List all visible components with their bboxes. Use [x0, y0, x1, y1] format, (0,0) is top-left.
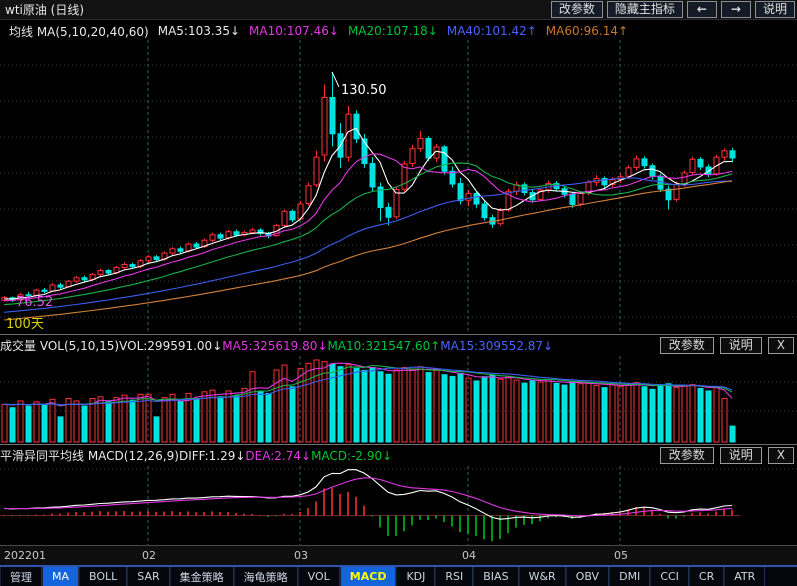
time-axis-label: 202201 [4, 549, 46, 562]
hundred-day-label: 100天 [6, 317, 44, 332]
hide-main-indicator-button[interactable]: 隐藏主指标 [607, 1, 683, 18]
ma-indicator-header: 均线 MA(5,10,20,40,60) MA5:103.35↓ MA10:107.… [0, 21, 797, 41]
indicator-value: MA5:103.35↓ [158, 24, 240, 38]
tab-bias[interactable]: BIAS [473, 567, 518, 586]
change-params-volume-button[interactable]: 改参数 [660, 337, 714, 354]
candlestick-series [2, 72, 735, 302]
indicator-value: MA15:309552.87↓ [440, 339, 553, 353]
tab-atr[interactable]: ATR [724, 567, 765, 586]
volume-indicator-header: 改参数说明 X 成交量 VOL(5,10,15)VOL:299591.00↓MA5… [0, 334, 797, 356]
indicator-value: MA10:107.46↓ [249, 24, 339, 38]
tab-macd[interactable]: MACD [340, 567, 397, 586]
macd-histogram [3, 488, 733, 541]
change-params-macd-button[interactable]: 改参数 [660, 447, 714, 464]
tab-海龟策略[interactable]: 海龟策略 [234, 567, 298, 586]
time-axis-label: 04 [462, 549, 476, 562]
macd-pane[interactable] [0, 466, 797, 545]
instrument-title: wti原油 (日线) [5, 1, 84, 18]
help-macd-button[interactable]: 说明 [720, 447, 762, 464]
close-macd-button[interactable]: X [768, 447, 794, 464]
indicator-value-label: 成交量 VOL(5,10,15) [0, 337, 119, 354]
macd-lines [4, 470, 732, 520]
title-bar-buttons: 改参数隐藏主指标←→说明 [551, 1, 795, 18]
indicator-tab-bar: 管理MABOLLSAR集金策略海龟策略VOLMACDKDJRSIBIASW&RO… [0, 565, 797, 586]
indicator-value: MA10:321547.60↑ [327, 339, 440, 353]
tab-obv[interactable]: OBV [566, 567, 609, 586]
low-price-label: 76.52 [16, 295, 53, 310]
volume-panel-buttons: 改参数说明 X [660, 337, 794, 354]
tab-cci[interactable]: CCI [650, 567, 689, 586]
tab-kdj[interactable]: KDJ [396, 567, 435, 586]
macd-indicator-header: 改参数说明 X 平滑异同平均线 MACD(12,26,9)DIFF:1.29↓DE… [0, 444, 797, 466]
time-axis-label: 03 [294, 549, 308, 562]
macd-gridlines [0, 466, 797, 545]
scroll-right-button[interactable]: → [721, 1, 751, 18]
indicator-value: MA60:96.14↑ [546, 24, 628, 38]
help-volume-button[interactable]: 说明 [720, 337, 762, 354]
scroll-left-button[interactable]: ← [687, 1, 717, 18]
indicator-value: DEA:2.74↓ [245, 449, 311, 463]
peak-price-label: 130.50 [341, 83, 387, 98]
tab-管理[interactable]: 管理 [0, 567, 42, 586]
indicator-value: MA40:101.42↑ [447, 24, 537, 38]
tab-集金策略[interactable]: 集金策略 [170, 567, 234, 586]
indicator-value: MACD:-2.90↓ [311, 449, 392, 463]
title-bar: wti原油 (日线) 改参数隐藏主指标←→说明 [0, 0, 797, 20]
tab-w&r[interactable]: W&R [519, 567, 566, 586]
help-main-button[interactable]: 说明 [755, 1, 795, 18]
tab-rsi[interactable]: RSI [435, 567, 473, 586]
tab-boll[interactable]: BOLL [79, 567, 127, 586]
trading-app-window: wti原油 (日线) 改参数隐藏主指标←→说明 均线 MA(5,10,20,40… [0, 0, 797, 586]
main-candlestick-chart[interactable]: 130.50 76.52 100天 [0, 40, 797, 334]
change-params-main-button[interactable]: 改参数 [551, 1, 603, 18]
tab-ma[interactable]: MA [42, 567, 79, 586]
indicator-value-label: 均线 MA(5,10,20,40,60) [9, 23, 149, 40]
close-volume-button[interactable]: X [768, 337, 794, 354]
tab-vol[interactable]: VOL [298, 567, 340, 586]
tab-dmi[interactable]: DMI [609, 567, 650, 586]
time-axis-label: 05 [614, 549, 628, 562]
time-axis: 202201 02 03 04 05 [0, 545, 797, 565]
indicator-value: DIFF:1.29↓ [179, 449, 245, 463]
volume-pane[interactable] [0, 356, 797, 444]
ma-lines [4, 128, 732, 320]
tab-cr[interactable]: CR [689, 567, 724, 586]
indicator-value: VOL:299591.00↓ [119, 339, 222, 353]
indicator-value: MA5:325619.80↓ [222, 339, 327, 353]
indicator-value-label: 平滑异同平均线 MACD(12,26,9) [0, 447, 179, 464]
time-axis-label: 02 [142, 549, 156, 562]
indicator-value: MA20:107.18↓ [348, 24, 438, 38]
macd-panel-buttons: 改参数说明 X [660, 447, 794, 464]
tab-sar[interactable]: SAR [127, 567, 169, 586]
